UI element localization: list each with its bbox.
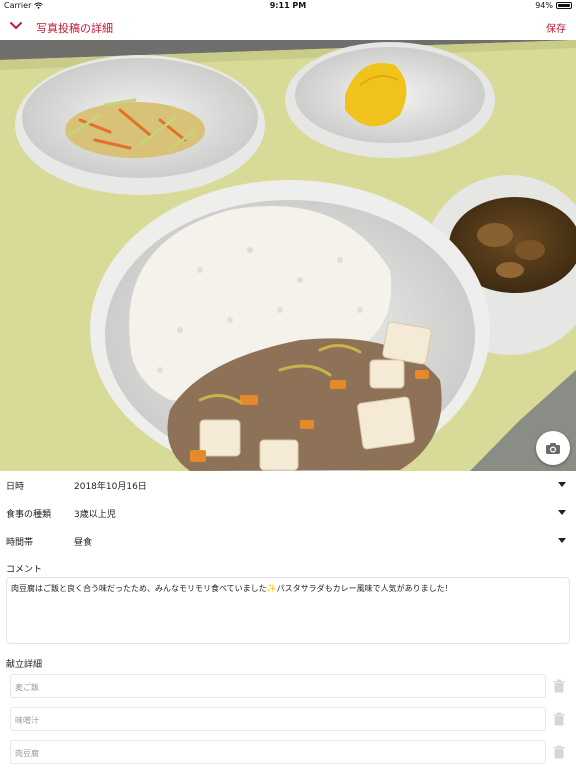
status-bar: Carrier 9:11 PM 94% [0, 0, 576, 12]
save-button[interactable]: 保存 [546, 20, 566, 35]
comment-textarea[interactable]: 肉豆腐はご飯と良く合う味だったため、みんなモリモリ食べていました✨パスタサラダも… [6, 577, 570, 644]
comment-label: コメント [6, 565, 43, 575]
menu-item-input[interactable]: 麦ご飯 [10, 674, 546, 698]
clock: 9:11 PM [269, 1, 307, 10]
chevron-down-icon[interactable] [8, 18, 24, 34]
trash-icon[interactable] [553, 712, 565, 726]
meal-type-label: 食事の種類 [6, 510, 52, 520]
meal-photo-illustration [0, 40, 576, 471]
meal-type-value[interactable]: 3歳以上児 [74, 507, 116, 520]
meal-photo [0, 40, 576, 471]
navigation-bar: 写真投稿の詳細 保存 [0, 12, 576, 40]
battery-indicator: 94% [535, 1, 572, 10]
caret-down-icon[interactable] [558, 538, 566, 543]
date-label: 日時 [6, 482, 25, 492]
date-value[interactable]: 2018年10月16日 [74, 479, 147, 492]
time-slot-value[interactable]: 昼食 [74, 535, 92, 548]
page-title: 写真投稿の詳細 [36, 22, 113, 35]
date-row[interactable]: 日時 2018年10月16日 [0, 471, 576, 499]
time-slot-row[interactable]: 時間帯 昼食 [0, 527, 576, 555]
battery-percent: 94% [535, 1, 553, 10]
caret-down-icon[interactable] [558, 482, 566, 487]
meal-type-row[interactable]: 食事の種類 3歳以上児 [0, 499, 576, 527]
menu-details-label: 献立詳細 [6, 660, 43, 670]
caret-down-icon[interactable] [558, 510, 566, 515]
menu-item-input[interactable]: 味噌汁 [10, 707, 546, 731]
camera-button[interactable] [536, 431, 570, 465]
menu-item-input[interactable]: 肉豆腐 [10, 740, 546, 764]
trash-icon[interactable] [553, 745, 565, 759]
trash-icon[interactable] [553, 679, 565, 693]
camera-icon [546, 442, 560, 454]
time-slot-label: 時間帯 [6, 538, 34, 548]
battery-icon [556, 2, 572, 9]
